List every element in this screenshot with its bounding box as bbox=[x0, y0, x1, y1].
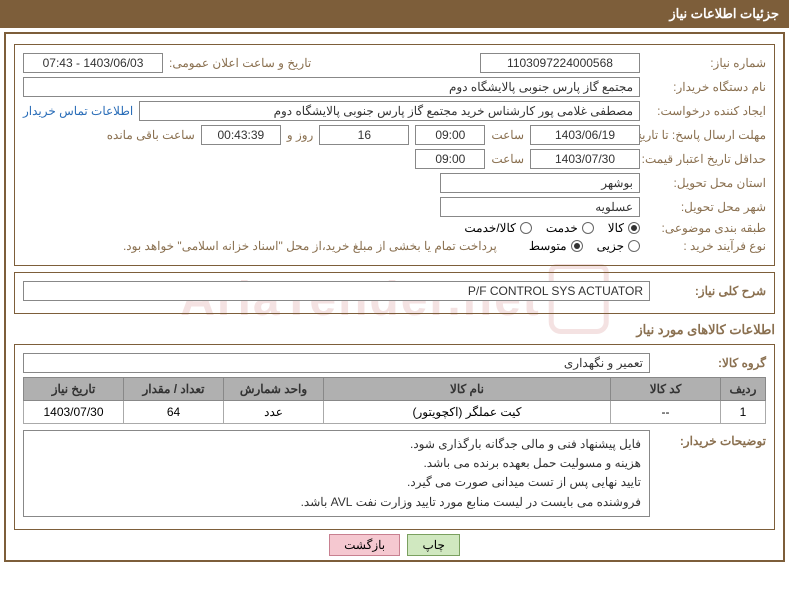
radio-both-label: کالا/خدمت bbox=[464, 221, 515, 235]
radio-motavaset-label: متوسط bbox=[529, 239, 567, 253]
announce-value: 1403/06/03 - 07:43 bbox=[23, 53, 163, 73]
row-province: استان محل تحویل: بوشهر bbox=[23, 173, 766, 193]
summary-value: P/F CONTROL SYS ACTUATOR bbox=[23, 281, 650, 301]
need-no-value: 1103097224000568 bbox=[480, 53, 640, 73]
buyer-desc-line-3: تایید نهایی پس از تست میدانی صورت می گیر… bbox=[32, 473, 641, 492]
buyer-value: مجتمع گاز پارس جنوبی پالایشگاه دوم bbox=[23, 77, 640, 97]
group-label: گروه کالا: bbox=[656, 356, 766, 370]
summary-label: شرح کلی نیاز: bbox=[656, 284, 766, 298]
category-label: طبقه بندی موضوعی: bbox=[646, 221, 766, 235]
validity-date: 1403/07/30 bbox=[530, 149, 640, 169]
process-label: نوع فرآیند خرید : bbox=[646, 239, 766, 253]
table-row: 1 -- کیت عملگر (اکچویتور) عدد 64 1403/07… bbox=[24, 401, 766, 424]
days-and-label: روز و bbox=[287, 128, 314, 142]
countdown: 00:43:39 bbox=[201, 125, 281, 145]
inner-frame: شماره نیاز: 1103097224000568 تاریخ و ساع… bbox=[14, 44, 775, 266]
row-response-deadline: مهلت ارسال پاسخ: تا تاریخ: 1403/06/19 سا… bbox=[23, 125, 766, 145]
requester-value: مصطفی غلامی پور کارشناس خرید مجتمع گاز پ… bbox=[139, 101, 640, 121]
page-header: جزئیات اطلاعات نیاز bbox=[0, 0, 789, 28]
city-label: شهر محل تحویل: bbox=[646, 200, 766, 214]
requester-label: ایجاد کننده درخواست: bbox=[646, 104, 766, 118]
buyer-desc-box: فایل پیشنهاد فنی و مالی جدگانه بارگذاری … bbox=[23, 430, 650, 517]
buyer-desc-line-4: فروشنده می بایست در لیست منابع مورد تایی… bbox=[32, 493, 641, 512]
row-buyer-desc: توضیحات خریدار: فایل پیشنهاد فنی و مالی … bbox=[23, 430, 766, 517]
announce-label: تاریخ و ساعت اعلان عمومی: bbox=[169, 56, 311, 70]
payment-note: پرداخت تمام یا بخشی از مبلغ خرید،از محل … bbox=[123, 239, 497, 253]
td-row: 1 bbox=[721, 401, 766, 424]
page-title: جزئیات اطلاعات نیاز bbox=[669, 6, 779, 21]
td-unit: عدد bbox=[224, 401, 324, 424]
row-city: شهر محل تحویل: عسلویه bbox=[23, 197, 766, 217]
print-button[interactable]: چاپ bbox=[407, 534, 459, 556]
summary-frame: شرح کلی نیاز: P/F CONTROL SYS ACTUATOR bbox=[14, 272, 775, 314]
buyer-desc-label: توضیحات خریدار: bbox=[656, 430, 766, 448]
th-unit: واحد شمارش bbox=[224, 378, 324, 401]
row-buyer: نام دستگاه خریدار: مجتمع گاز پارس جنوبی … bbox=[23, 77, 766, 97]
buyer-label: نام دستگاه خریدار: bbox=[646, 80, 766, 94]
city-value: عسلویه bbox=[440, 197, 640, 217]
radio-both-circle bbox=[520, 222, 532, 234]
row-need-number: شماره نیاز: 1103097224000568 تاریخ و ساع… bbox=[23, 53, 766, 73]
time-label-1: ساعت bbox=[491, 128, 524, 142]
contact-link[interactable]: اطلاعات تماس خریدار bbox=[23, 104, 133, 118]
td-name: کیت عملگر (اکچویتور) bbox=[324, 401, 611, 424]
th-qty: تعداد / مقدار bbox=[124, 378, 224, 401]
row-validity: حداقل تاریخ اعتبار قیمت: تا تاریخ: 1403/… bbox=[23, 149, 766, 169]
province-label: استان محل تحویل: bbox=[646, 176, 766, 190]
th-row: ردیف bbox=[721, 378, 766, 401]
radio-both[interactable]: کالا/خدمت bbox=[464, 221, 531, 235]
row-group: گروه کالا: تعمیر و نگهداری bbox=[23, 353, 766, 373]
need-no-label: شماره نیاز: bbox=[646, 56, 766, 70]
process-radio-group: جزیی متوسط bbox=[529, 239, 640, 253]
radio-khadamat[interactable]: خدمت bbox=[546, 221, 594, 235]
radio-jozi-label: جزیی bbox=[597, 239, 624, 253]
buyer-desc-line-1: فایل پیشنهاد فنی و مالی جدگانه بارگذاری … bbox=[32, 435, 641, 454]
table-header-row: ردیف کد کالا نام کالا واحد شمارش تعداد /… bbox=[24, 378, 766, 401]
th-code: کد کالا bbox=[611, 378, 721, 401]
validity-time: 09:00 bbox=[415, 149, 485, 169]
button-row: چاپ بازگشت bbox=[14, 538, 775, 552]
radio-kala-label: کالا bbox=[608, 221, 624, 235]
goods-frame: گروه کالا: تعمیر و نگهداری ردیف کد کالا … bbox=[14, 344, 775, 530]
row-process: نوع فرآیند خرید : جزیی متوسط پرداخت تمام… bbox=[23, 239, 766, 253]
row-category: طبقه بندی موضوعی: کالا خدمت کالا/خدمت bbox=[23, 221, 766, 235]
radio-motavaset-circle bbox=[571, 240, 583, 252]
radio-motavaset[interactable]: متوسط bbox=[529, 239, 583, 253]
radio-jozi-circle bbox=[628, 240, 640, 252]
td-code: -- bbox=[611, 401, 721, 424]
province-value: بوشهر bbox=[440, 173, 640, 193]
radio-kala-circle bbox=[628, 222, 640, 234]
remain-label: ساعت باقی مانده bbox=[107, 128, 195, 142]
resp-deadline-label: مهلت ارسال پاسخ: تا تاریخ: bbox=[646, 128, 766, 142]
th-name: نام کالا bbox=[324, 378, 611, 401]
td-qty: 64 bbox=[124, 401, 224, 424]
resp-date: 1403/06/19 bbox=[530, 125, 640, 145]
radio-khadamat-circle bbox=[582, 222, 594, 234]
time-label-2: ساعت bbox=[491, 152, 524, 166]
group-value: تعمیر و نگهداری bbox=[23, 353, 650, 373]
radio-jozi[interactable]: جزیی bbox=[597, 239, 640, 253]
radio-khadamat-label: خدمت bbox=[546, 221, 578, 235]
category-radio-group: کالا خدمت کالا/خدمت bbox=[464, 221, 640, 235]
row-summary: شرح کلی نیاز: P/F CONTROL SYS ACTUATOR bbox=[23, 281, 766, 301]
goods-info-title: اطلاعات کالاهای مورد نیاز bbox=[14, 322, 775, 338]
buyer-desc-line-2: هزینه و مسولیت حمل بعهده برنده می باشد. bbox=[32, 454, 641, 473]
goods-table: ردیف کد کالا نام کالا واحد شمارش تعداد /… bbox=[23, 377, 766, 424]
row-requester: ایجاد کننده درخواست: مصطفی غلامی پور کار… bbox=[23, 101, 766, 121]
days-remaining: 16 bbox=[319, 125, 409, 145]
validity-label: حداقل تاریخ اعتبار قیمت: تا تاریخ: bbox=[646, 152, 766, 166]
th-date: تاریخ نیاز bbox=[24, 378, 124, 401]
resp-time: 09:00 bbox=[415, 125, 485, 145]
td-date: 1403/07/30 bbox=[24, 401, 124, 424]
radio-kala[interactable]: کالا bbox=[608, 221, 640, 235]
back-button[interactable]: بازگشت bbox=[329, 534, 400, 556]
outer-frame: شماره نیاز: 1103097224000568 تاریخ و ساع… bbox=[4, 32, 785, 562]
